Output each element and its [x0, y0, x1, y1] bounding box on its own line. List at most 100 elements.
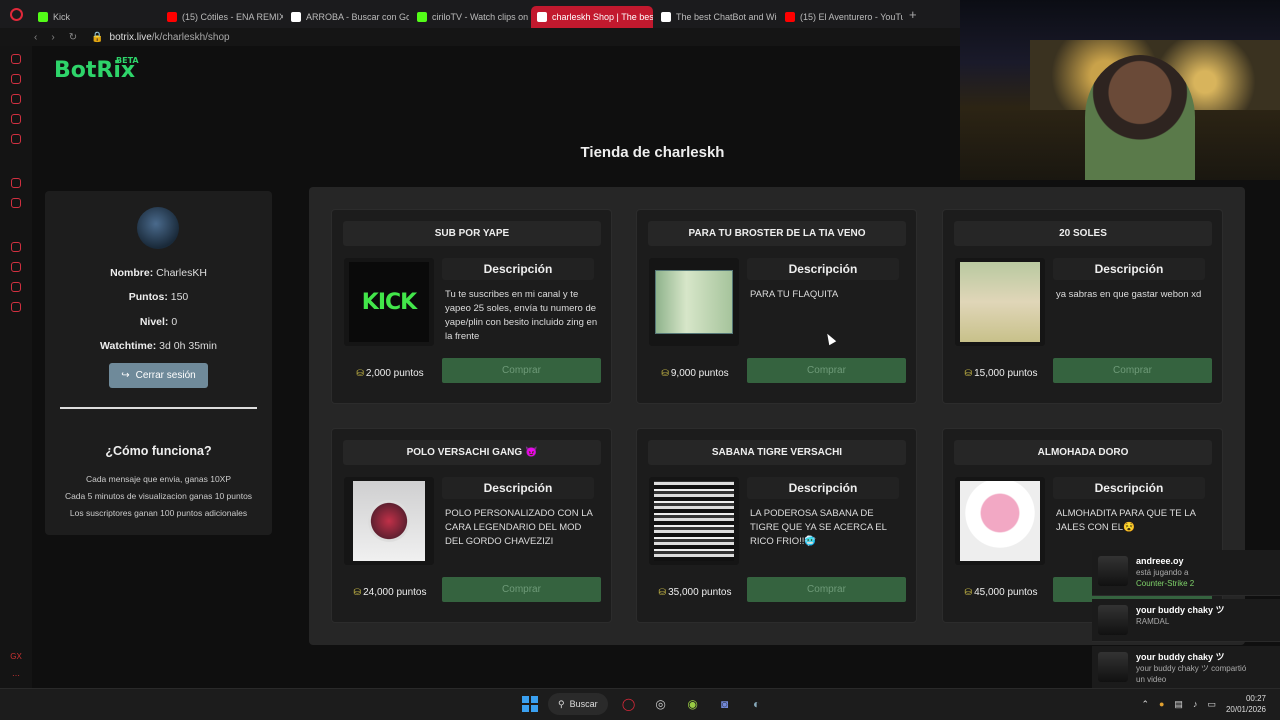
url-field[interactable]: 🔒 botrix.live/k/charleskh/shop: [91, 32, 230, 43]
discord-taskbar-icon[interactable]: ◙: [714, 693, 736, 715]
buy-button[interactable]: Comprar: [747, 358, 906, 383]
item-price: ⛁ 2,000 puntos: [356, 368, 424, 379]
sidebar-x-icon[interactable]: [11, 198, 21, 208]
game-taskbar-icon[interactable]: ◉: [682, 693, 704, 715]
item-description: Tu te suscribes en mi canal y te yapeo 2…: [445, 289, 598, 342]
clock-time: 00:27: [1245, 694, 1266, 703]
tab-4[interactable]: charleskh Shop | The best: [531, 6, 653, 28]
buy-button[interactable]: Comprar: [1053, 358, 1212, 383]
item-price: ⛁ 24,000 puntos: [353, 587, 427, 598]
item-thumbnail: [344, 477, 434, 565]
sidebar-workspace-icon[interactable]: [11, 94, 21, 104]
notification-avatar: [1098, 605, 1128, 635]
coin-icon: ⛁: [353, 587, 362, 597]
network-icon[interactable]: ▤: [1174, 699, 1183, 710]
shop-item-card: PARA TU BROSTER DE LA TIA VENO Descripció…: [636, 209, 917, 404]
avatar: [137, 207, 179, 249]
system-tray: ⌃ ● ▤ ♪ ▭ 00:27 20/01/2026: [1141, 693, 1266, 715]
item-title: POLO VERSACHI GANG 😈: [343, 440, 601, 465]
coin-icon: ⛁: [661, 368, 669, 378]
logout-icon: ↪: [121, 370, 130, 381]
pillow-image: [960, 481, 1040, 561]
buy-button[interactable]: Comprar: [747, 577, 906, 602]
tab-label: ARROBA - Buscar con Go: [306, 12, 409, 22]
sidebar-player-icon[interactable]: [11, 178, 21, 188]
address-bar: ‹ › ↻ 🔒 botrix.live/k/charleskh/shop: [0, 28, 960, 46]
botrix-logo[interactable]: BotRix BETA: [54, 56, 139, 83]
buy-button[interactable]: Comprar: [442, 577, 601, 602]
sidebar-history-icon[interactable]: [11, 74, 21, 84]
item-description: PARA TU FLAQUITA: [750, 289, 839, 300]
description-heading: Descripción: [747, 258, 899, 280]
profile-level: Nivel: 0: [139, 316, 178, 328]
item-description: ya sabras en que gastar webon xd: [1056, 289, 1202, 300]
item-price: ⛁ 35,000 puntos: [658, 587, 732, 598]
item-description: LA PODEROSA SABANA DE TIGRE QUE YA SE AC…: [750, 508, 887, 547]
tab-favicon-icon: [785, 12, 795, 22]
page-title: Tienda de charleskh: [580, 144, 725, 161]
taskbar-search[interactable]: ⚲ Buscar: [548, 693, 608, 715]
notification-item[interactable]: your buddy chaky ツ RAMDAL: [1092, 599, 1280, 642]
sidebar-more-icon[interactable]: ⋯: [12, 671, 20, 680]
shirt-image: [353, 481, 425, 561]
tab-label: (15) El Aventurero - YouTub: [800, 12, 903, 22]
item-title: SABANA TIGRE VERSACHI: [648, 440, 906, 465]
notification-line: your buddy chaky ツ compartió: [1136, 664, 1247, 673]
windows-start-icon[interactable]: [522, 696, 538, 712]
sidebar-gx-icon[interactable]: GX: [10, 652, 22, 661]
description-heading: Descripción: [747, 477, 899, 499]
browser-tab-bar: Kick (15) Cótiles - ENA REMIX ARROBA - Bus…: [0, 0, 960, 28]
item-title: PARA TU BROSTER DE LA TIA VENO: [648, 221, 906, 246]
steam-taskbar-icon[interactable]: ◐: [746, 693, 768, 715]
coin-icon: ⛁: [356, 368, 364, 378]
item-thumbnail: [955, 477, 1045, 565]
notification-name: your buddy chaky ツ: [1136, 652, 1225, 662]
sidebar-play-icon[interactable]: [11, 242, 21, 252]
sidebar-clock-icon[interactable]: [11, 262, 21, 272]
shop-item-card: 20 SOLES Descripción ya sabras en que gast…: [942, 209, 1223, 404]
clock[interactable]: 00:27 20/01/2026: [1226, 693, 1266, 715]
sidebar-aria-icon[interactable]: [11, 54, 21, 64]
tab-6[interactable]: (15) El Aventurero - YouTub: [779, 6, 903, 28]
forward-icon[interactable]: ›: [51, 32, 54, 43]
description-heading: Descripción: [442, 477, 594, 499]
notification-item[interactable]: your buddy chaky ツ your buddy chaky ツ com…: [1092, 646, 1280, 692]
volume-icon[interactable]: ♪: [1193, 699, 1198, 709]
browser-sidebar: GX ⋯: [0, 46, 32, 688]
sidebar-twitch-icon[interactable]: [11, 134, 21, 144]
item-description: ALMOHADITA PARA QUE TE LA JALES CON EL😵: [1056, 508, 1196, 533]
logout-button[interactable]: ↪ Cerrar sesión: [109, 363, 208, 388]
tab-favicon-icon: [291, 12, 301, 22]
notification-line: está jugando a: [1136, 568, 1189, 577]
tab-2[interactable]: ARROBA - Buscar con Go: [285, 6, 409, 28]
sidebar-messenger-icon[interactable]: [11, 114, 21, 124]
tab-favicon-icon: [537, 12, 547, 22]
item-description: POLO PERSONALIZADO CON LA CARA LEGENDARI…: [445, 508, 593, 547]
opera-logo-icon[interactable]: [0, 0, 32, 28]
chevron-up-icon[interactable]: ⌃: [1141, 699, 1149, 710]
coin-icon: ⛁: [964, 587, 973, 597]
obs-taskbar-icon[interactable]: ◎: [650, 693, 672, 715]
back-icon[interactable]: ‹: [34, 32, 37, 43]
new-tab-button[interactable]: +: [903, 7, 923, 22]
opera-gx-taskbar-icon[interactable]: ◯: [618, 693, 640, 715]
tab-favicon-icon: [417, 12, 427, 22]
mic-icon[interactable]: ●: [1159, 699, 1164, 709]
tab-0[interactable]: Kick: [32, 6, 159, 28]
how-it-works-title: ¿Cómo funciona?: [105, 444, 212, 458]
reload-icon[interactable]: ↻: [69, 32, 77, 43]
battery-icon[interactable]: ▭: [1207, 699, 1216, 710]
sidebar-settings-icon[interactable]: [11, 302, 21, 312]
tab-5[interactable]: The best ChatBot and Wid: [655, 6, 777, 28]
tab-label: charleskh Shop | The best: [552, 12, 653, 22]
profile-name: Nombre: CharlesKH: [110, 267, 207, 279]
tab-1[interactable]: (15) Cótiles - ENA REMIX: [161, 6, 283, 28]
notification-item[interactable]: andreee.oy está jugando a Counter-Strike 2: [1092, 550, 1280, 596]
tab-3[interactable]: ciriloTV - Watch clips on K: [411, 6, 529, 28]
buy-button[interactable]: Comprar: [442, 358, 601, 383]
how-line: Los suscriptores ganan 100 puntos adicio…: [69, 508, 248, 518]
notification-line: un video: [1136, 675, 1167, 684]
banknote-image: [655, 270, 733, 334]
sidebar-extensions-icon[interactable]: [11, 282, 21, 292]
item-thumbnail: [649, 477, 739, 565]
